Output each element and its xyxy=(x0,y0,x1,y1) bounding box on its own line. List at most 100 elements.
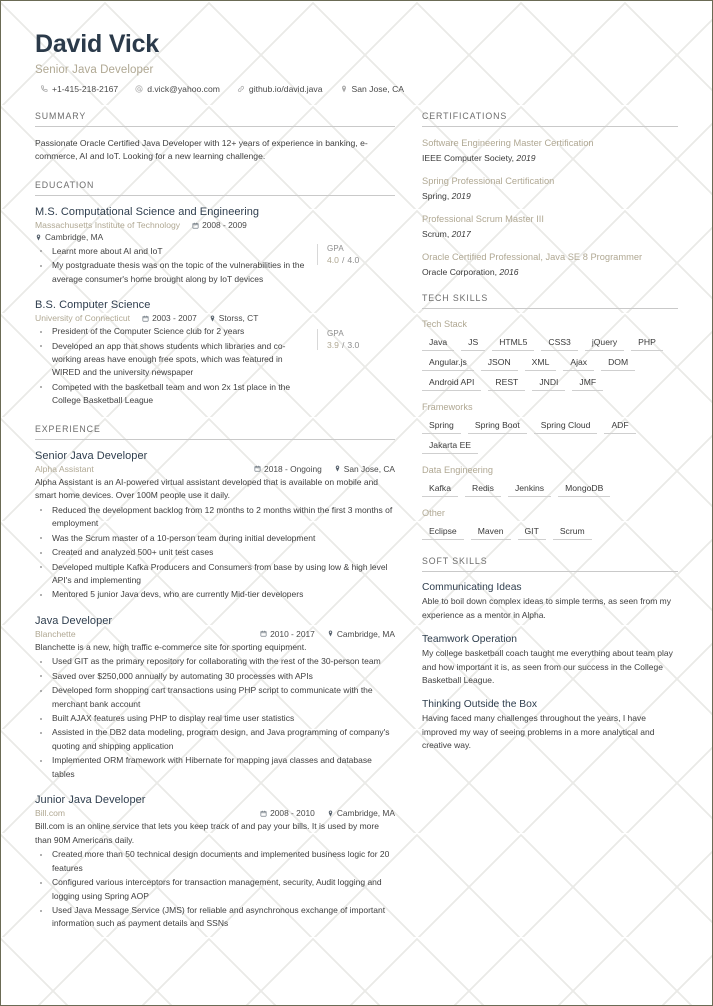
list-item: Learnt more about AI and IoT xyxy=(35,245,307,258)
skill-tag-list: Java JS HTML5 CSS3 jQuery PHP Angular.js… xyxy=(422,336,678,392)
job-role: Java Developer xyxy=(35,614,113,627)
location-pin-icon xyxy=(209,315,216,322)
soft-skill-description: Having faced many challenges throughout … xyxy=(422,713,655,751)
contact-phone-text: +1-415-218-2167 xyxy=(52,83,119,94)
education-dates: 2008 - 2009 xyxy=(192,220,247,230)
resume-page: David Vick Senior Java Developer +1-415-… xyxy=(0,0,713,1006)
calendar-icon xyxy=(260,810,267,817)
list-item: Developed form shopping cart transaction… xyxy=(35,684,395,711)
section-divider xyxy=(35,125,395,127)
experience-meta: Blanchette 2010 - 2017 Cambridge, MA xyxy=(35,629,395,639)
education-entry-body: M.S. Computational Science and Engineeri… xyxy=(35,206,307,286)
section-title-experience: EXPERIENCE xyxy=(35,423,101,434)
skill-tag: Kafka xyxy=(422,482,458,498)
certification-name: Software Engineering Master Certificatio… xyxy=(422,137,594,148)
gpa-box: GPA 4.0/4.0 xyxy=(317,244,395,266)
list-item: Used Java Message Service (JMS) for reli… xyxy=(35,904,395,931)
left-column: SUMMARY Passionate Oracle Certified Java… xyxy=(35,111,413,947)
company-description: Bill.com is an online service that lets … xyxy=(35,821,379,845)
link-icon xyxy=(237,85,245,93)
section-certifications: CERTIFICATIONS Software Engineering Mast… xyxy=(422,110,678,277)
candidate-name: David Vick xyxy=(35,30,160,58)
certification-issuer: Spring, 2019 xyxy=(422,191,678,201)
skill-tag: Ajax xyxy=(563,356,595,372)
section-title-certifications: CERTIFICATIONS xyxy=(422,110,508,121)
list-item: Saved over $250,000 annually by automati… xyxy=(35,670,395,683)
phone-icon xyxy=(40,84,48,93)
certification-year: 2017 xyxy=(451,229,471,240)
list-item: President of the Computer Science club f… xyxy=(35,325,307,338)
list-item: Competed with the basketball team and wo… xyxy=(35,381,307,408)
certification-entry: Spring Professional Certification Spring… xyxy=(422,175,678,201)
gpa-score: 4.0 xyxy=(327,255,339,266)
soft-skill-entry: Teamwork Operation My college basketball… xyxy=(422,634,678,687)
education-dates: 2003 - 2007 xyxy=(142,313,197,323)
list-item: Created and analyzed 500+ unit test case… xyxy=(35,546,395,559)
experience-dates-text: 2018 - Ongoing xyxy=(264,463,322,474)
section-title-soft-skills: SOFT SKILLS xyxy=(422,556,488,567)
certification-entry: Professional Scrum Master III Scrum, 201… xyxy=(422,213,678,239)
section-tech-skills: TECH SKILLS Tech Stack Java JS HTML5 CSS… xyxy=(422,293,678,541)
skill-tag: jQuery xyxy=(584,336,625,352)
resume-content: David Vick Senior Java Developer +1-415-… xyxy=(1,1,712,947)
list-item: Mentored 5 junior Java devs, who are cur… xyxy=(35,588,395,601)
education-location-text: Cambridge, MA xyxy=(45,232,104,243)
soft-skill-description: Able to boil down complex ideas to simpl… xyxy=(422,596,671,620)
skill-tag: Maven xyxy=(470,525,511,541)
education-dates-text: 2003 - 2007 xyxy=(152,313,197,324)
skill-group-title: Data Engineering xyxy=(422,465,493,476)
gpa-score: 3.9 xyxy=(327,340,339,351)
experience-location-text: San Jose, CA xyxy=(343,463,395,474)
contact-phone[interactable]: +1-415-218-2167 xyxy=(40,84,118,94)
location-pin-icon xyxy=(327,810,334,817)
experience-dates-text: 2010 - 2017 xyxy=(270,628,315,639)
skill-tag: Jakarta EE xyxy=(422,439,479,455)
resume-header: David Vick Senior Java Developer +1-415-… xyxy=(35,30,678,94)
section-divider xyxy=(422,308,678,310)
list-item: Assisted in the DB2 data modeling, progr… xyxy=(35,726,395,753)
certification-year: 2019 xyxy=(451,190,471,201)
contact-location-text: San Jose, CA xyxy=(351,83,405,94)
skill-tag: Redis xyxy=(464,482,501,498)
gpa-value: 4.0/4.0 xyxy=(327,255,395,265)
list-item: Was the Scrum master of a 10-person team… xyxy=(35,532,395,545)
skill-tag: ADF xyxy=(604,419,636,435)
education-meta: Massachusetts Institute of Technology 20… xyxy=(35,220,307,230)
contact-website[interactable]: github.io/david.java xyxy=(237,84,323,94)
education-meta: University of Connecticut 2003 - 2007 St… xyxy=(35,313,307,323)
skill-tag: Eclipse xyxy=(422,525,464,541)
certification-issuer: Oracle Corporation, 2016 xyxy=(422,267,678,277)
education-entry: GPA 3.9/3.0 B.S. Computer Science Univer… xyxy=(35,299,395,408)
skill-tag-list: Spring Spring Boot Spring Cloud ADF Jaka… xyxy=(422,419,678,455)
education-dates-text: 2008 - 2009 xyxy=(202,220,247,231)
skill-tag: JNDI xyxy=(532,376,566,392)
certification-name: Professional Scrum Master III xyxy=(422,213,544,224)
contact-email[interactable]: d.vick@yahoo.com xyxy=(135,84,220,94)
section-experience: EXPERIENCE Senior Java Developer Alpha A… xyxy=(35,424,395,931)
skill-tag: REST xyxy=(488,376,526,392)
list-item: Implemented ORM framework with Hibernate… xyxy=(35,754,395,781)
contact-website-text: github.io/david.java xyxy=(248,83,323,94)
candidate-job-title: Senior Java Developer xyxy=(35,63,154,76)
experience-location: Cambridge, MA xyxy=(327,808,395,818)
certification-year: 2019 xyxy=(516,152,536,163)
summary-text: Passionate Oracle Certified Java Develop… xyxy=(35,137,368,162)
job-role: Senior Java Developer xyxy=(35,449,148,462)
section-divider xyxy=(35,195,395,197)
calendar-icon xyxy=(254,465,261,472)
soft-skill-entry: Thinking Outside the Box Having faced ma… xyxy=(422,699,678,752)
skill-tag: Android API xyxy=(422,376,482,392)
location-pin-icon xyxy=(340,85,348,93)
list-item: Developed multiple Kafka Producers and C… xyxy=(35,561,395,588)
education-bullets: Learnt more about AI and IoT My postgrad… xyxy=(35,245,307,286)
contact-location[interactable]: San Jose, CA xyxy=(340,83,405,94)
experience-location: San Jose, CA xyxy=(334,464,395,474)
section-divider xyxy=(35,438,395,440)
experience-location: Cambridge, MA xyxy=(327,629,395,639)
experience-bullets: Used GIT as the primary repository for c… xyxy=(35,655,395,781)
degree-title: B.S. Computer Science xyxy=(35,299,151,312)
skill-group-title: Tech Stack xyxy=(422,319,467,330)
skill-tag: Scrum xyxy=(552,525,592,541)
list-item: Created more than 50 technical design do… xyxy=(35,848,395,875)
experience-dates-text: 2008 - 2010 xyxy=(270,808,315,819)
